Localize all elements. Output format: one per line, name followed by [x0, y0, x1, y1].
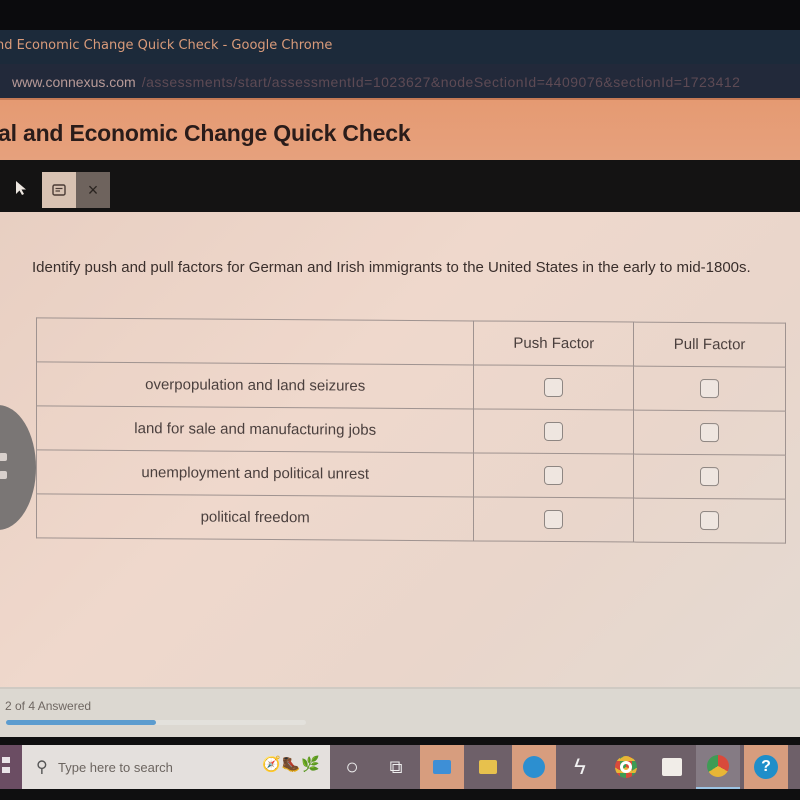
search-highlight-art-icon: 🧭🥾🌿	[262, 756, 322, 773]
taskbar-app-chrome[interactable]	[604, 745, 648, 789]
chrome-profile-icon	[707, 755, 729, 777]
note-icon	[52, 183, 66, 196]
windows-logo-icon	[2, 767, 10, 773]
pull-cell[interactable]	[633, 454, 786, 500]
taskbar-app-store[interactable]	[650, 745, 694, 789]
table-header-row: Push Factor Pull Factor	[36, 317, 786, 368]
pull-checkbox[interactable]	[700, 467, 720, 487]
assessment-toolbar: ×	[0, 160, 800, 212]
question-prompt: Identify push and pull factors for Germa…	[32, 259, 751, 276]
search-icon: ⚲	[36, 759, 48, 776]
question-area: Identify push and pull factors for Germa…	[0, 212, 800, 687]
answered-count: 2 of 4 Answered	[5, 699, 92, 713]
close-tool-button[interactable]: ×	[76, 172, 110, 208]
page-title: al and Economic Change Quick Check	[0, 120, 411, 146]
progress-footer: 2 of 4 Answered	[0, 687, 800, 737]
table-row: political freedom	[36, 493, 786, 544]
push-checkbox[interactable]	[544, 509, 564, 530]
table-row: land for sale and manufacturing jobs	[36, 405, 786, 456]
table-row: overpopulation and land seizures	[36, 361, 786, 412]
header-push-factor: Push Factor	[473, 320, 634, 367]
taskbar-app-edge[interactable]	[512, 745, 556, 789]
pull-cell[interactable]	[633, 366, 786, 412]
cortana-icon: ○	[345, 754, 359, 779]
pull-checkbox[interactable]	[700, 511, 720, 531]
row-label: land for sale and manufacturing jobs	[36, 405, 474, 453]
search-placeholder: Type here to search	[58, 760, 173, 775]
push-cell[interactable]	[473, 364, 634, 411]
taskbar-app-help[interactable]: ?	[744, 745, 788, 789]
notes-tool-button[interactable]	[42, 172, 76, 208]
close-icon: ×	[87, 179, 99, 200]
nav-dot-icon	[0, 471, 7, 479]
header-pull-factor: Pull Factor	[633, 322, 786, 368]
pointer-tool[interactable]	[14, 180, 28, 196]
pull-cell[interactable]	[633, 498, 786, 544]
taskbar-app-lightning[interactable]: ϟ	[558, 745, 602, 789]
header-blank	[36, 317, 474, 365]
url-domain: www.connexus.com	[12, 74, 136, 90]
push-cell[interactable]	[473, 408, 634, 455]
taskbar-search-box[interactable]: ⚲ Type here to search 🧭🥾🌿	[22, 745, 330, 789]
push-cell[interactable]	[473, 452, 634, 499]
push-checkbox[interactable]	[544, 377, 564, 398]
taskbar-app-file-explorer[interactable]	[466, 745, 510, 789]
mail-icon	[433, 760, 451, 774]
chrome-icon	[615, 756, 637, 778]
monitor-bezel	[0, 0, 800, 30]
window-title: nd Economic Change Quick Check - Google …	[0, 38, 333, 53]
page-header: al and Economic Change Quick Check	[0, 98, 800, 160]
task-view-button[interactable]: ⧉	[374, 745, 418, 789]
table-row: unemployment and political unrest	[36, 449, 786, 500]
taskbar-app-chrome-profile[interactable]	[696, 745, 740, 789]
row-label: overpopulation and land seizures	[36, 361, 474, 409]
push-pull-table: Push Factor Pull Factor overpopulation a…	[36, 317, 786, 544]
pull-checkbox[interactable]	[700, 379, 720, 399]
push-checkbox[interactable]	[544, 421, 564, 442]
cursor-arrow-icon	[16, 181, 26, 195]
task-view-icon: ⧉	[389, 756, 403, 777]
windows-logo-icon	[2, 757, 10, 763]
push-checkbox[interactable]	[544, 465, 564, 486]
url-path: /assessments/start/assessmentId=1023627&…	[141, 74, 741, 90]
folder-icon	[479, 760, 497, 774]
taskbar-app-mail[interactable]	[420, 745, 464, 789]
progress-bar-fill	[6, 720, 156, 725]
windows-taskbar: ⚲ Type here to search 🧭🥾🌿 ○ ⧉ ϟ ?	[0, 737, 800, 800]
row-label: unemployment and political unrest	[36, 449, 474, 497]
pull-checkbox[interactable]	[700, 423, 720, 443]
cortana-button[interactable]: ○	[330, 745, 374, 789]
address-bar[interactable]: www.connexus.com/assessments/start/asses…	[0, 64, 800, 98]
nav-dot-icon	[0, 453, 7, 461]
lightning-icon: ϟ	[574, 754, 586, 779]
push-cell[interactable]	[473, 496, 634, 543]
browser-title-bar: nd Economic Change Quick Check - Google …	[0, 30, 800, 64]
row-label: political freedom	[36, 493, 474, 541]
pull-cell[interactable]	[633, 410, 786, 456]
start-button[interactable]	[0, 745, 22, 789]
edge-icon	[523, 756, 545, 778]
help-icon: ?	[754, 755, 778, 779]
store-icon	[662, 758, 682, 776]
progress-bar	[6, 720, 306, 725]
